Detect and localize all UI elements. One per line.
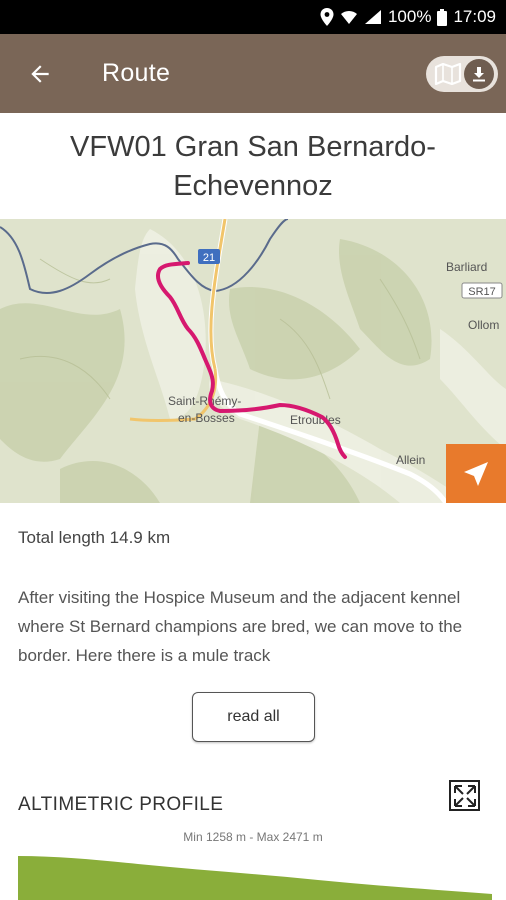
barliard-label: Barliard: [446, 260, 487, 274]
back-button[interactable]: [20, 54, 60, 94]
altimetric-profile-chart: [18, 856, 492, 900]
download-icon: [464, 59, 494, 89]
locate-me-button[interactable]: [446, 444, 506, 503]
saint-rhemy-label-1: Saint-Rhémy-: [168, 394, 241, 408]
route-title: VFW01 Gran San Bernardo-Echevennoz: [70, 131, 436, 202]
map-icon: [434, 63, 462, 85]
expand-profile-button[interactable]: [449, 780, 480, 811]
saint-rhemy-label-2: en-Bosses: [178, 411, 235, 425]
offline-map-download-button[interactable]: [426, 56, 498, 92]
location-icon: [320, 8, 334, 26]
read-all-button[interactable]: read all: [192, 692, 315, 742]
signal-icon: [364, 9, 382, 25]
arrow-left-icon: [31, 64, 49, 83]
status-bar: 100% 17:09: [0, 0, 506, 34]
allein-label: Allein: [396, 453, 425, 467]
battery-level: 100%: [387, 7, 432, 26]
altitude-min-max: Min 1258 m - Max 2471 m: [183, 830, 323, 844]
route-description: After visiting the Hospice Museum and th…: [18, 588, 463, 665]
page-title: Route: [102, 59, 171, 87]
sr17-label: SR17: [468, 286, 496, 298]
profile-area: [18, 856, 492, 900]
altimetric-profile-title: ALTIMETRIC PROFILE: [18, 794, 224, 815]
map-canvas: 21 SR17 Barliard Ollom Saint-Rhémy- en-B…: [0, 219, 506, 503]
battery-icon: [437, 8, 448, 26]
navigation-arrow-icon: [464, 461, 488, 486]
wifi-icon: [340, 9, 358, 25]
expand-icon: [453, 784, 476, 807]
ollomont-label: Ollom: [468, 318, 499, 332]
app-bar: Route: [0, 34, 506, 113]
total-length: Total length 14.9 km: [18, 528, 171, 547]
road-21-label: 21: [203, 252, 215, 264]
clock: 17:09: [453, 7, 496, 26]
route-map[interactable]: 21 SR17 Barliard Ollom Saint-Rhémy- en-B…: [0, 219, 506, 503]
